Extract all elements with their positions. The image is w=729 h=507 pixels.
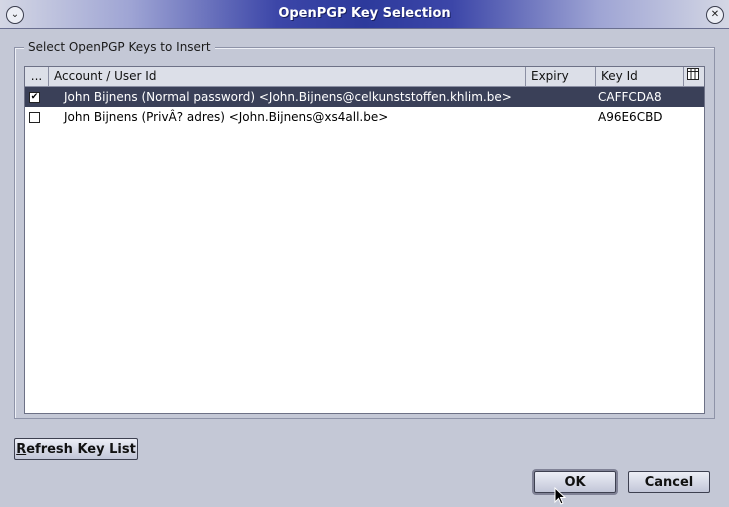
- key-id-cell: CAFFCDA8: [598, 90, 662, 104]
- window-title: OpenPGP Key Selection: [278, 6, 451, 21]
- key-table[interactable]: ... Account / User Id Expiry Key Id ✔ Jo…: [24, 66, 705, 414]
- table-row[interactable]: John Bijnens (PrivÂ? adres) <John.Bijnen…: [25, 107, 704, 127]
- row-checkbox[interactable]: ✔: [29, 92, 40, 103]
- column-picker-icon[interactable]: [684, 67, 704, 86]
- key-id-cell: A96E6CBD: [598, 110, 663, 124]
- cancel-button-label: Cancel: [644, 474, 694, 490]
- title-bar: ⌄ OpenPGP Key Selection ✕: [0, 0, 729, 29]
- column-header-keyid[interactable]: Key Id: [596, 67, 684, 86]
- ok-button[interactable]: OK: [534, 471, 616, 493]
- user-id-cell: John Bijnens (PrivÂ? adres) <John.Bijnen…: [64, 110, 389, 124]
- refresh-button-label: Refresh Key List: [16, 441, 136, 457]
- refresh-key-list-button[interactable]: Refresh Key List: [14, 438, 138, 460]
- column-header-account[interactable]: Account / User Id: [49, 67, 526, 86]
- user-id-cell: John Bijnens (Normal password) <John.Bij…: [64, 90, 512, 104]
- column-header-select[interactable]: ...: [25, 67, 49, 86]
- table-header: ... Account / User Id Expiry Key Id: [25, 67, 704, 87]
- mouse-cursor-icon: [554, 487, 566, 505]
- ok-button-label: OK: [564, 474, 586, 490]
- close-icon[interactable]: ✕: [706, 6, 724, 24]
- cancel-button[interactable]: Cancel: [628, 471, 710, 493]
- table-row[interactable]: ✔ John Bijnens (Normal password) <John.B…: [25, 87, 704, 107]
- row-checkbox[interactable]: [29, 112, 40, 123]
- group-label: Select OpenPGP Keys to Insert: [24, 40, 215, 54]
- column-header-expiry[interactable]: Expiry: [526, 67, 596, 86]
